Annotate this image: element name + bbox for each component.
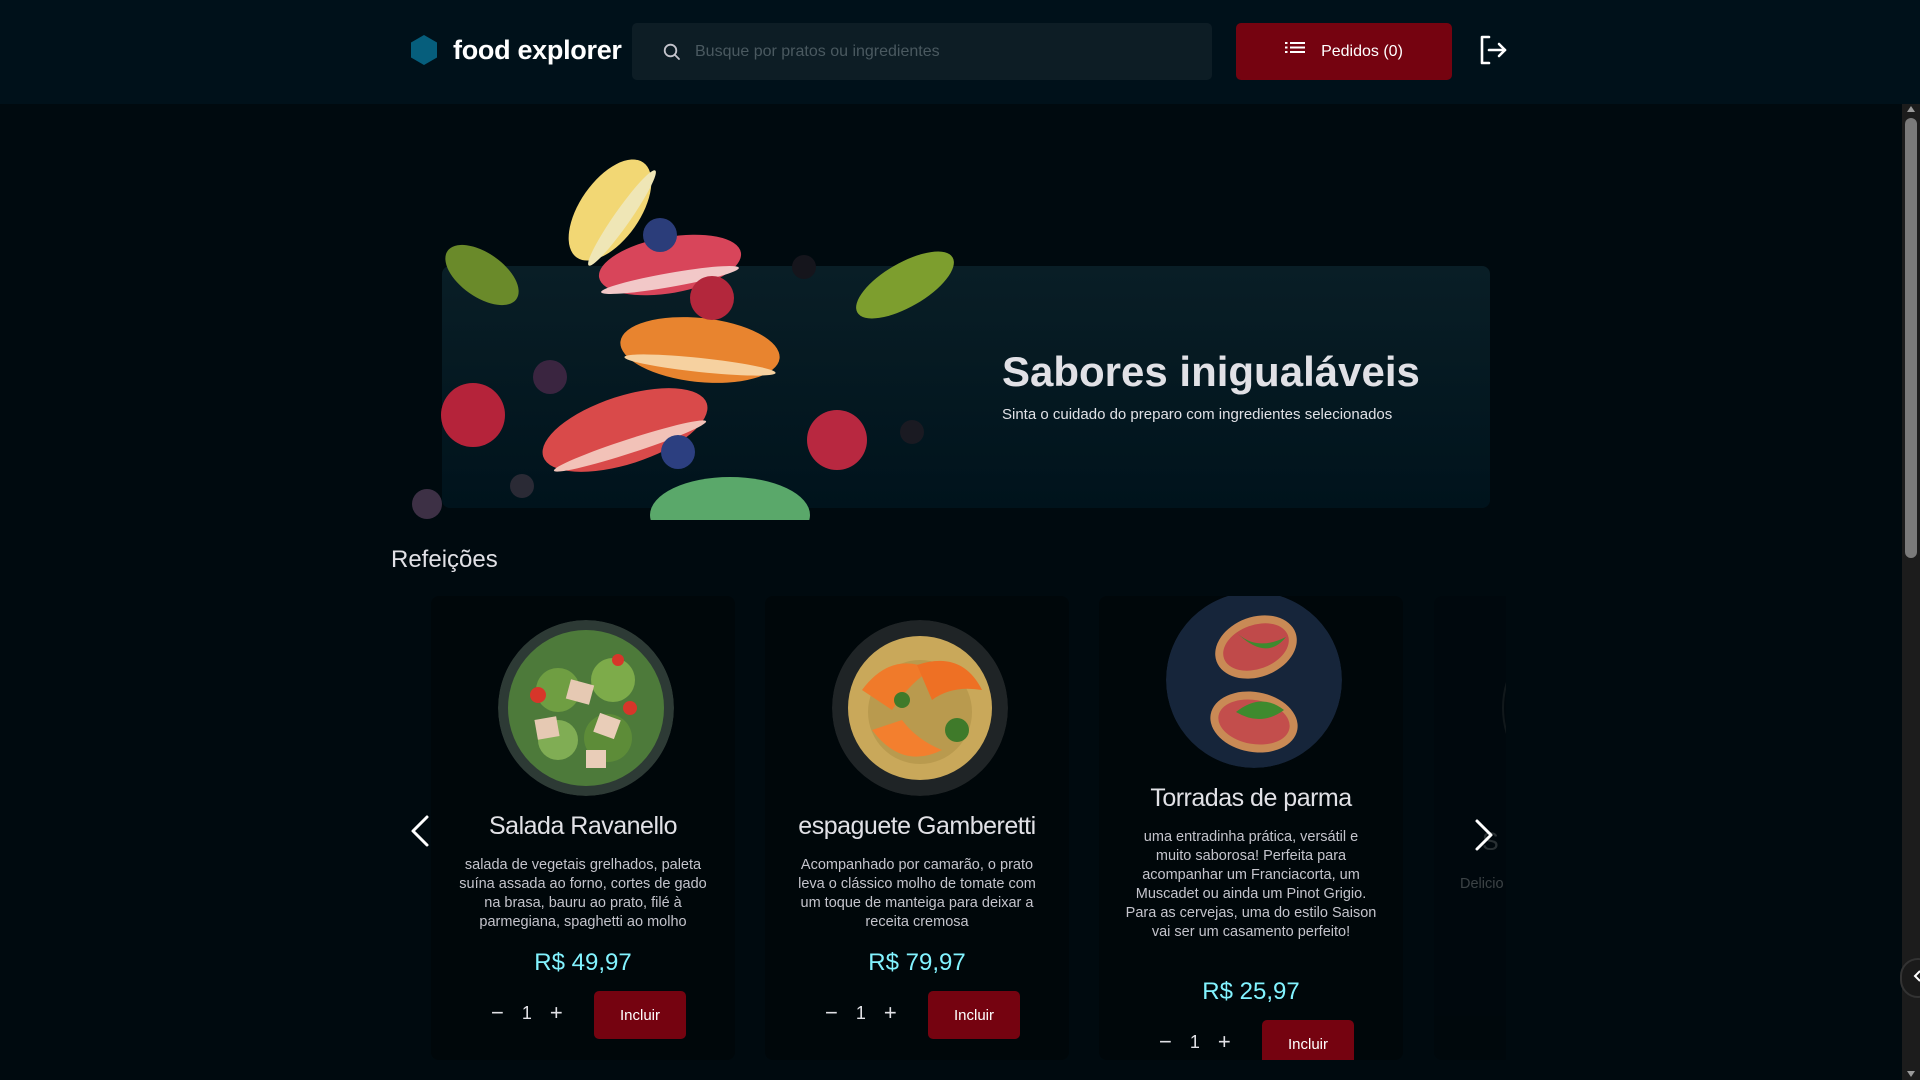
quantity-stepper: − 1 + [825, 1002, 897, 1024]
dish-card[interactable]: S Delicio [1434, 596, 1506, 1060]
dish-card[interactable]: espaguete Gamberetti Acompanhado por cam… [765, 596, 1069, 1060]
dish-description: Delicio [1460, 876, 1504, 892]
hexagon-icon [409, 34, 439, 66]
search-icon [663, 43, 681, 61]
dish-name[interactable]: espaguete Gamberetti [765, 812, 1069, 841]
receipt-icon [1285, 41, 1306, 62]
minus-icon[interactable]: − [825, 1002, 838, 1024]
orders-button[interactable]: Pedidos (0) [1236, 23, 1452, 80]
minus-icon[interactable]: − [491, 1002, 504, 1024]
dish-price: R$ 79,97 [868, 949, 966, 976]
chevron-left-icon [1912, 969, 1920, 988]
include-button[interactable]: Incluir [928, 991, 1020, 1039]
logo-text: food explorer [453, 34, 622, 65]
dish-description: Acompanhado por camarão, o prato leva o … [798, 857, 1036, 930]
dish-price: R$ 25,97 [1202, 978, 1300, 1005]
meals-carousel: Salada Ravanello salada de vegetais grel… [430, 596, 1506, 1060]
scroll-down-arrow[interactable] [1907, 1071, 1915, 1077]
dish-description: salada de vegetais grelhados, paleta suí… [459, 857, 707, 930]
header: food explorer Pedidos (0) [0, 0, 1920, 104]
plus-icon[interactable]: + [550, 1002, 563, 1024]
include-button[interactable]: Incluir [1262, 1020, 1354, 1060]
dish-image [1502, 681, 1506, 735]
plus-icon[interactable]: + [884, 1002, 897, 1024]
dish-image [1166, 596, 1342, 768]
dish-image [832, 620, 1008, 796]
quantity-value: 1 [855, 1002, 866, 1023]
orders-label: Pedidos (0) [1321, 42, 1403, 60]
dish-name[interactable]: Salada Ravanello [431, 812, 735, 841]
dish-name[interactable]: Torradas de parma [1099, 784, 1403, 813]
banner-title: Sabores inigualáveis [1002, 348, 1420, 395]
search-input[interactable] [693, 41, 1177, 62]
banner-subtitle: Sinta o cuidado do preparo com ingredien… [1002, 406, 1393, 423]
sign-out-icon [1478, 34, 1508, 71]
quantity-value: 1 [1189, 1031, 1200, 1052]
chevron-left-icon [410, 814, 430, 853]
search-bar[interactable] [632, 23, 1212, 80]
plus-icon[interactable]: + [1218, 1031, 1231, 1053]
minus-icon[interactable]: − [1159, 1031, 1172, 1053]
section-title: Refeições [391, 546, 498, 573]
quantity-stepper: − 1 + [491, 1002, 563, 1024]
chevron-right-icon [1474, 818, 1494, 857]
dish-image [498, 620, 674, 796]
scroll-thumb[interactable] [1905, 118, 1917, 558]
dish-price: R$ 49,97 [534, 949, 632, 976]
scroll-up-arrow[interactable] [1907, 106, 1915, 112]
logo[interactable]: food explorer [409, 34, 622, 66]
quantity-value: 1 [521, 1002, 532, 1023]
dish-card[interactable]: Salada Ravanello salada de vegetais grel… [431, 596, 735, 1060]
carousel-prev-button[interactable] [410, 814, 430, 853]
quantity-stepper: − 1 + [1159, 1031, 1231, 1053]
macarons-illustration [412, 159, 954, 520]
carousel-next-button[interactable] [1474, 818, 1494, 857]
logout-button[interactable] [1478, 34, 1508, 71]
dish-card[interactable]: Torradas de parma uma entradinha prática… [1099, 596, 1403, 1060]
include-button[interactable]: Incluir [594, 991, 686, 1039]
page-scrollbar[interactable] [1902, 104, 1920, 1080]
dish-description: uma entradinha prática, versátil e muito… [1125, 829, 1377, 940]
